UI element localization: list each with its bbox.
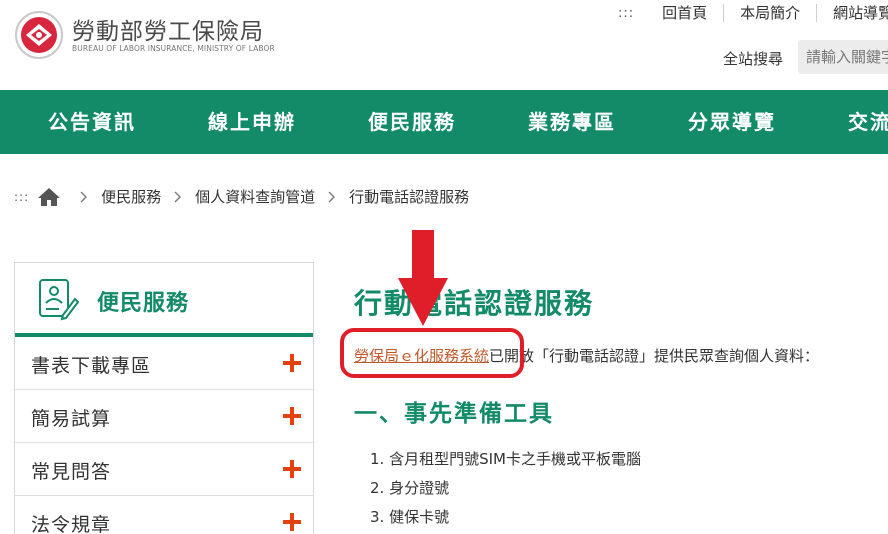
chevron-right-icon bbox=[174, 191, 182, 202]
sidebar-title: 便民服務 bbox=[97, 291, 190, 316]
site-title[interactable]: 勞動部勞工保險局 bbox=[72, 12, 264, 46]
menu-exchange[interactable]: 交流 bbox=[848, 90, 888, 154]
bureau-logo-icon[interactable] bbox=[14, 10, 64, 60]
breadcrumb: ::: 便民服務 個人資料查詢管道 行動電話認證服務 bbox=[14, 186, 469, 207]
sidebar-item-regulations[interactable]: 法令規章 bbox=[15, 496, 313, 534]
intro-text: 已開放「行動電話認證」提供民眾查詢個人資料： bbox=[489, 347, 820, 365]
site-subtitle: BUREAU OF LABOR INSURANCE, MINISTRY OF L… bbox=[72, 44, 275, 53]
sidebar: 便民服務 書表下載專區 簡易試算 常見問答 法令規章 bbox=[14, 262, 314, 534]
sitemap-link[interactable]: 網站導覽 bbox=[817, 4, 888, 22]
menu-online-application[interactable]: 線上申辦 bbox=[208, 90, 296, 154]
annotation-arrow-icon bbox=[398, 230, 448, 326]
sidebar-item-label: 簡易試算 bbox=[31, 408, 112, 430]
search-label: 全站搜尋 bbox=[723, 50, 784, 68]
menu-business-area[interactable]: 業務專區 bbox=[528, 90, 616, 154]
breadcrumb-public-services[interactable]: 便民服務 bbox=[101, 186, 161, 207]
home-icon[interactable] bbox=[37, 187, 61, 207]
section-title: 一、事先準備工具 bbox=[354, 401, 554, 427]
expand-plus-icon[interactable] bbox=[283, 513, 301, 531]
annotation-highlight-box bbox=[340, 328, 524, 378]
list-item: 3. 健保卡號 bbox=[370, 508, 450, 526]
sidebar-header: 便民服務 bbox=[15, 263, 313, 337]
home-link[interactable]: 回首頁 bbox=[652, 4, 725, 22]
sidebar-item-label: 書表下載專區 bbox=[31, 355, 152, 377]
list-item: 2. 身分證號 bbox=[370, 479, 450, 497]
sidebar-item-label: 法令規章 bbox=[31, 514, 112, 534]
about-link[interactable]: 本局簡介 bbox=[724, 4, 818, 22]
breadcrumb-accesskey[interactable]: ::: bbox=[14, 190, 29, 204]
sidebar-item-simple-calculation[interactable]: 簡易試算 bbox=[15, 390, 313, 443]
sidebar-item-forms-download[interactable]: 書表下載專區 bbox=[15, 337, 313, 390]
menu-public-services[interactable]: 便民服務 bbox=[368, 90, 456, 154]
main-menu: 公告資訊 線上申辦 便民服務 業務專區 分眾導覽 交流 bbox=[0, 90, 888, 154]
breadcrumb-personal-data-query[interactable]: 個人資料查詢管道 bbox=[195, 186, 315, 207]
expand-plus-icon[interactable] bbox=[283, 407, 301, 425]
expand-plus-icon[interactable] bbox=[283, 354, 301, 372]
top-navigation: ::: 回首頁 本局簡介 網站導覽 bbox=[618, 4, 888, 22]
menu-announcements[interactable]: 公告資訊 bbox=[48, 90, 136, 154]
accesskey-marker[interactable]: ::: bbox=[618, 6, 634, 21]
page-title: 行動電話認證服務 bbox=[354, 287, 595, 320]
chevron-right-icon bbox=[80, 191, 88, 202]
document-edit-icon bbox=[39, 279, 79, 321]
menu-audience-guide[interactable]: 分眾導覽 bbox=[688, 90, 776, 154]
sidebar-item-faq[interactable]: 常見問答 bbox=[15, 443, 313, 496]
chevron-right-icon bbox=[328, 191, 336, 202]
list-item: 1. 含月租型門號SIM卡之手機或平板電腦 bbox=[370, 450, 641, 468]
breadcrumb-current-page: 行動電話認證服務 bbox=[349, 188, 470, 206]
search-input[interactable] bbox=[798, 40, 888, 74]
expand-plus-icon[interactable] bbox=[283, 460, 301, 478]
required-tools-list: 1. 含月租型門號SIM卡之手機或平板電腦 2. 身分證號 3. 健保卡號 bbox=[370, 448, 641, 534]
sidebar-item-label: 常見問答 bbox=[31, 461, 112, 483]
